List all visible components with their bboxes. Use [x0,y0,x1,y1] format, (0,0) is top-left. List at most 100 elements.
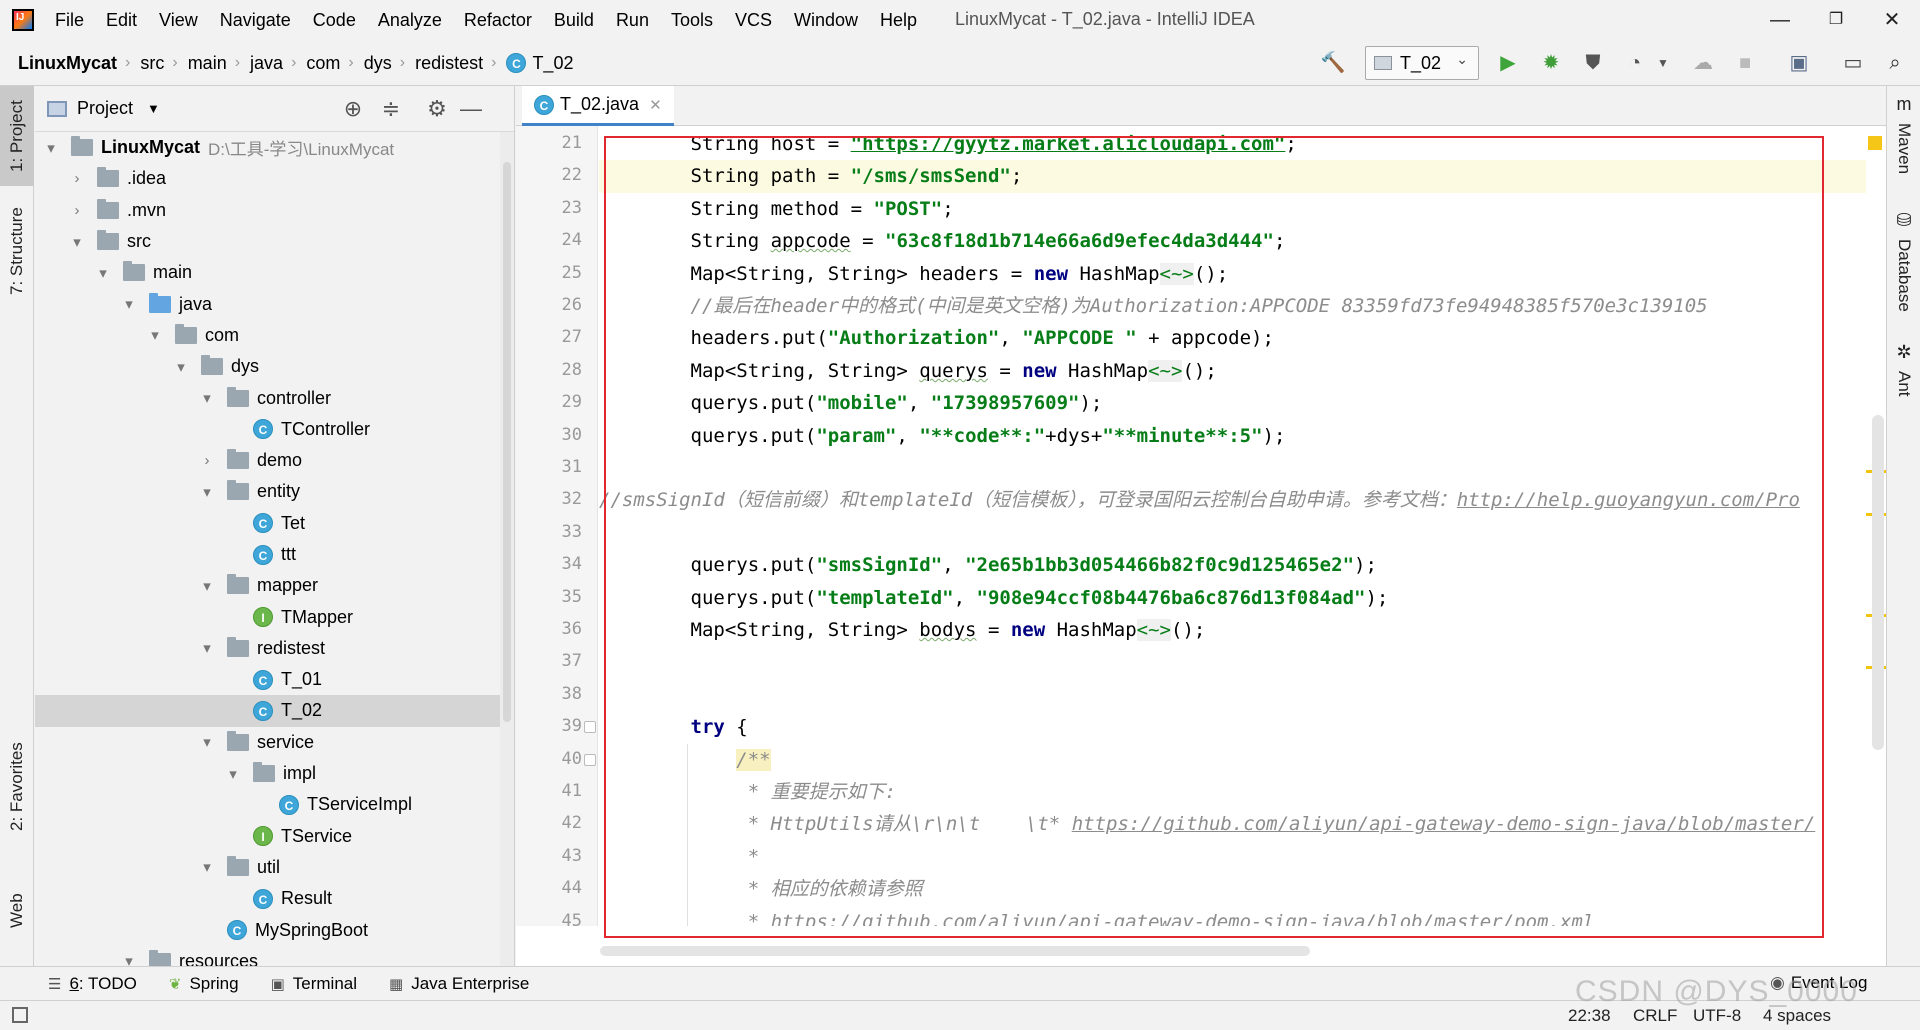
fold-icon[interactable] [584,753,596,766]
expand-arrow-icon[interactable]: ▾ [147,326,163,344]
tree-item[interactable]: C TController [35,414,500,445]
tool-tab-structure[interactable]: 7: Structure [0,192,34,310]
expand-arrow-icon[interactable]: ▾ [199,389,215,407]
project-structure-icon[interactable]: ▣ [1784,48,1814,78]
expand-arrow-icon[interactable]: ▾ [199,577,215,595]
menu-vcs[interactable]: VCS [735,10,772,31]
menu-window[interactable]: Window [794,10,858,31]
scrollbar-thumb[interactable] [503,162,511,722]
tool-tab-maven[interactable]: m Maven [1887,94,1920,194]
hide-panel-icon[interactable]: — [456,94,486,124]
code-area[interactable]: String host = "https://gyytz.market.alic… [599,126,1869,926]
tree-item[interactable]: ▾ com [35,320,500,351]
breadcrumb-item[interactable]: com [306,53,340,74]
menu-file[interactable]: File [55,10,84,31]
collapse-arrow-icon[interactable]: › [69,202,85,219]
tool-tab-todo[interactable]: ☰ 6: TODO [48,974,137,994]
breadcrumb-item[interactable]: redistest [415,53,483,74]
close-window-button[interactable]: ✕ [1878,6,1906,34]
menu-view[interactable]: View [159,10,198,31]
tree-item[interactable]: ▾ LinuxMycat D:\工具-学习\LinuxMycat [35,132,500,163]
tool-tab-database[interactable]: ⛁ Database [1887,210,1920,340]
tool-tab-project[interactable]: 1: Project [0,86,34,186]
tree-item[interactable]: ▾ src [35,226,500,257]
editor-vertical-scrollbar[interactable] [1872,415,1884,750]
tree-item[interactable]: C TServiceImpl [35,789,500,820]
collapse-all-icon[interactable]: ≑ [376,94,406,124]
search-icon[interactable]: ⌕ [1880,48,1910,78]
hammer-icon[interactable]: 🔨 [1318,48,1348,78]
fold-icon[interactable] [584,721,596,734]
menu-edit[interactable]: Edit [106,10,137,31]
menu-code[interactable]: Code [313,10,356,31]
close-icon[interactable]: ✕ [649,96,662,114]
run-config-selector[interactable]: T_02 ⌄ [1365,46,1479,80]
tree-item[interactable]: C MySpringBoot [35,914,500,945]
expand-arrow-icon[interactable]: ▾ [199,483,215,501]
breadcrumb-item[interactable]: LinuxMycat [18,53,117,74]
gear-icon[interactable]: ⚙ [422,94,452,124]
profile-dropdown-icon[interactable]: ▼ [1648,48,1678,78]
tree-item[interactable]: ▾ util [35,852,500,883]
warning-indicator-icon[interactable] [1868,136,1882,150]
tree-item[interactable]: ▾ main [35,257,500,288]
tree-item[interactable]: I TService [35,821,500,852]
caret-position[interactable]: 22:38 [1568,1006,1611,1026]
expand-arrow-icon[interactable]: ▾ [69,233,85,251]
tree-item[interactable]: ▾ java [35,288,500,319]
restore-button[interactable]: ❐ [1822,6,1850,34]
tree-item[interactable]: C Result [35,883,500,914]
breadcrumb-item[interactable]: T_02 [532,53,573,74]
editor-tab-t02[interactable]: C T_02.java ✕ [522,86,674,126]
expand-arrow-icon[interactable]: ▾ [173,358,189,376]
tree-item[interactable]: › .mvn [35,195,500,226]
tree-item[interactable]: ▾ mapper [35,570,500,601]
debug-icon[interactable]: ✹ [1536,48,1566,78]
layout-icon[interactable]: ▭ [1838,48,1868,78]
editor-horizontal-scrollbar[interactable] [600,946,1310,956]
expand-arrow-icon[interactable]: ▾ [43,139,59,157]
tree-item[interactable]: ▾ controller [35,382,500,413]
tool-tab-favorites[interactable]: 2: Favorites [0,726,34,848]
tool-tab-terminal[interactable]: ▣ Terminal [271,974,357,994]
locate-icon[interactable]: ⊕ [338,94,368,124]
minimize-button[interactable]: — [1766,6,1794,34]
attach-icon[interactable]: ☁ [1688,48,1718,78]
menu-build[interactable]: Build [554,10,594,31]
tree-item[interactable]: C T_02 [35,695,500,727]
tool-tab-spring[interactable]: ❦ Spring [169,974,239,994]
menu-tools[interactable]: Tools [671,10,713,31]
tool-tab-ant[interactable]: ✲ Ant [1887,342,1920,422]
chevron-down-icon[interactable]: ▼ [147,101,160,116]
breadcrumb-item[interactable]: java [250,53,283,74]
file-encoding[interactable]: UTF-8 [1693,1006,1741,1026]
breadcrumb-item[interactable]: main [188,53,227,74]
expand-arrow-icon[interactable]: ▾ [199,733,215,751]
tree-item[interactable]: ▾ entity [35,476,500,507]
breadcrumb-item[interactable]: dys [364,53,392,74]
tree-item[interactable]: ▾ impl [35,758,500,789]
collapse-arrow-icon[interactable]: › [69,170,85,187]
menu-analyze[interactable]: Analyze [378,10,442,31]
tool-tab-java-enterprise[interactable]: ▦ Java Enterprise [389,974,529,994]
line-separator[interactable]: CRLF [1633,1006,1677,1026]
menu-help[interactable]: Help [880,10,917,31]
tree-item[interactable]: › demo [35,445,500,476]
stop-icon[interactable]: ■ [1730,48,1760,78]
tree-item[interactable]: ▾ dys [35,351,500,382]
tree-item[interactable]: I TMapper [35,601,500,632]
profile-icon[interactable]: ◔ [1620,48,1650,78]
coverage-icon[interactable]: ⛊ [1578,48,1608,78]
menu-refactor[interactable]: Refactor [464,10,532,31]
expand-arrow-icon[interactable]: ▾ [121,295,137,313]
collapse-arrow-icon[interactable]: › [199,452,215,469]
tree-item[interactable]: ▾ resources [35,946,500,966]
tree-item[interactable]: C T_01 [35,664,500,695]
expand-arrow-icon[interactable]: ▾ [199,858,215,876]
expand-arrow-icon[interactable]: ▾ [95,264,111,282]
menu-run[interactable]: Run [616,10,649,31]
tree-item[interactable]: › .idea [35,163,500,194]
tool-windows-toggle-icon[interactable] [12,1007,28,1023]
tree-item[interactable]: ▾ service [35,727,500,758]
expand-arrow-icon[interactable]: ▾ [121,952,137,966]
